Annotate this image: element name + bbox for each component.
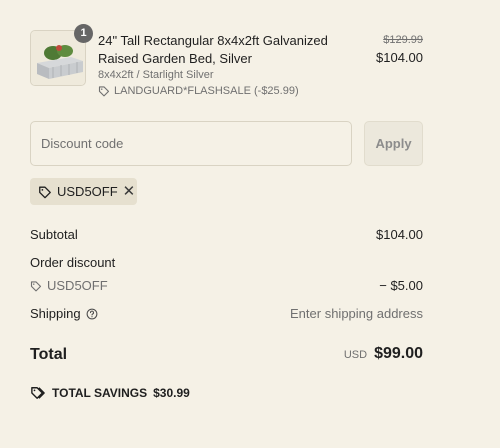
applied-discount-chip: USD5OFF ✕: [30, 178, 137, 205]
total-label: Total: [30, 346, 68, 363]
help-circle-icon[interactable]: [86, 308, 98, 320]
order-discount-label: Order discount: [30, 255, 116, 270]
subtotal-value: $104.00: [376, 227, 423, 242]
shipping-value: Enter shipping address: [290, 306, 423, 321]
order-discount-value: − $5.00: [379, 278, 423, 293]
applied-discount-code: USD5OFF: [57, 184, 118, 199]
product-discount: LANDGUARD*FLASHSALE (-$25.99): [98, 85, 299, 97]
shipping-label: Shipping: [30, 306, 81, 321]
price-original: $129.99: [383, 34, 423, 46]
total-savings-label: TOTAL SAVINGS: [52, 386, 148, 400]
order-discount-row: Order discount: [30, 255, 423, 270]
product-variant: 8x4x2ft / Starlight Silver: [98, 69, 214, 81]
tags-icon: [30, 386, 46, 400]
line-item: 1 24" Tall Rectangular 8x4x2ft Galvanize…: [30, 24, 423, 100]
total-amount-group: USD $99.00: [344, 345, 423, 363]
total-savings-value: $30.99: [153, 386, 190, 400]
order-discount-detail-row: USD5OFF − $5.00: [30, 278, 423, 293]
product-title: 24" Tall Rectangular 8x4x2ft Galvanized …: [98, 33, 328, 66]
subtotal-label: Subtotal: [30, 227, 78, 242]
order-discount-code: USD5OFF: [47, 278, 108, 293]
shipping-row: Shipping Enter shipping address: [30, 306, 423, 321]
subtotal-row: Subtotal $104.00: [30, 227, 423, 242]
discount-code-input[interactable]: [30, 121, 352, 166]
product-discount-label: LANDGUARD*FLASHSALE (-$25.99): [114, 85, 299, 97]
price-current: $104.00: [376, 50, 423, 65]
tag-icon: [98, 85, 110, 97]
order-summary: 1 24" Tall Rectangular 8x4x2ft Galvanize…: [0, 0, 500, 448]
quantity-badge: 1: [74, 24, 93, 43]
apply-button[interactable]: Apply: [364, 121, 423, 166]
total-value: $99.00: [374, 345, 423, 362]
total-savings: TOTAL SAVINGS $30.99: [30, 386, 190, 400]
close-icon[interactable]: ✕: [123, 184, 136, 199]
tag-icon: [30, 280, 42, 292]
tag-icon: [38, 185, 52, 199]
total-currency: USD: [343, 349, 368, 361]
